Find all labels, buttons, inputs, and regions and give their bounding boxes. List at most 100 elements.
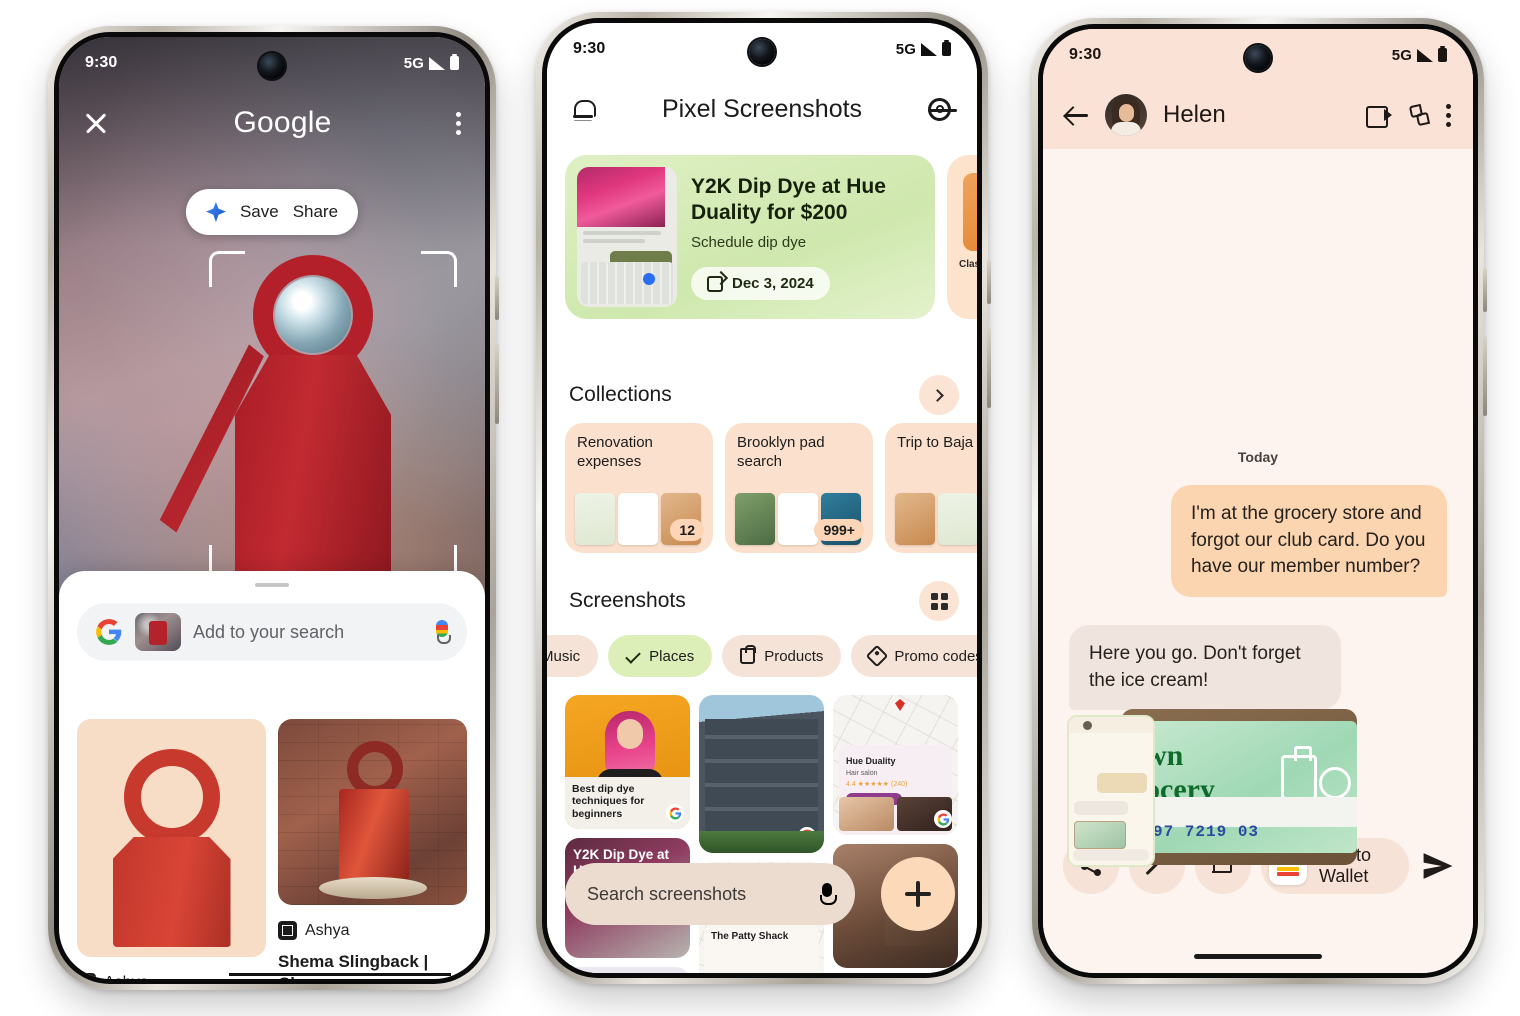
- phone-device-pixel-screenshots: 9:30 5G Pixel Screenshots Y2K Dip Dye at…: [536, 12, 991, 984]
- lens-focus-brackets: [209, 251, 457, 581]
- collection-card[interactable]: Trip to Baja: [885, 423, 977, 553]
- phone1-power-button[interactable]: [495, 276, 499, 320]
- club-card-face: wn ocery CARD 97 7219 03: [1135, 721, 1357, 853]
- status-time: 9:30: [85, 54, 118, 71]
- phone2-power-button[interactable]: [987, 260, 991, 304]
- collections-section-header: Collections: [569, 375, 959, 415]
- mic-icon[interactable]: [435, 620, 451, 644]
- grid-view-icon[interactable]: [919, 581, 959, 621]
- tag-icon: [866, 644, 889, 668]
- gesture-nav-bar[interactable]: [1194, 954, 1322, 959]
- grid-column: The Patty Shack Coding: [699, 695, 824, 973]
- add-screenshot-fab[interactable]: [881, 857, 955, 931]
- phone3-front-camera: [1245, 45, 1271, 71]
- signal-bars-icon: [429, 56, 445, 70]
- place-name: Hue Duality: [846, 756, 896, 766]
- lens-product-results: Ashya Ashya | Shema Slingback Ash: [77, 719, 467, 979]
- more-vert-icon[interactable]: [455, 111, 461, 135]
- hero-card-cowboy-boot[interactable]: Classic Cowb: [947, 155, 977, 319]
- battery-icon: [1438, 45, 1447, 62]
- hero-suggestions-row: Y2K Dip Dye at Hue Duality for $200 Sche…: [547, 155, 977, 319]
- bottle-icon: [1281, 746, 1317, 801]
- filter-chip-promo-codes[interactable]: Promo codes: [851, 635, 977, 677]
- phone-call-icon[interactable]: [1408, 104, 1430, 126]
- hero-card2-caption: Classic Cowb: [959, 259, 977, 270]
- bracket-top-right: [421, 251, 457, 287]
- screenshot-tile[interactable]: Best dip dye techniques for beginners: [565, 695, 690, 829]
- thumbnail-line: [583, 231, 661, 235]
- status-indicators: 5G: [404, 53, 459, 72]
- bracket-top-left: [209, 251, 245, 287]
- collection-count: 12: [670, 519, 704, 541]
- send-icon[interactable]: [1423, 852, 1453, 880]
- filter-chips-row: Music Places Products Promo codes: [547, 635, 977, 677]
- phone-device-messages: 9:30 5G Helen Today I'm at the grocery s…: [1032, 18, 1487, 984]
- network-type-label: 5G: [895, 40, 916, 58]
- google-logo: [95, 618, 123, 646]
- phone2-volume-button[interactable]: [987, 328, 991, 408]
- more-vert-icon[interactable]: [1446, 103, 1451, 127]
- avatar[interactable]: [1105, 94, 1147, 136]
- source-screenshot-preview: [1067, 715, 1155, 867]
- search-input[interactable]: Search screenshots: [587, 884, 810, 905]
- collection-card[interactable]: Renovation expenses 12: [565, 423, 713, 553]
- calendar-add-icon: [707, 275, 723, 292]
- phone2-front-camera: [749, 39, 775, 65]
- hero-card-dip-dye[interactable]: Y2K Dip Dye at Hue Duality for $200 Sche…: [565, 155, 935, 319]
- attachment-grocery-card[interactable]: wn ocery CARD 97 7219 03: [1067, 709, 1357, 869]
- contact-name[interactable]: Helen: [1163, 101, 1350, 129]
- back-arrow-icon[interactable]: [1065, 103, 1089, 127]
- message-bubble-incoming[interactable]: Here you go. Don't forget the ice cream!: [1069, 625, 1341, 711]
- app-title: Pixel Screenshots: [661, 94, 863, 123]
- sheet-drag-handle[interactable]: [255, 583, 289, 587]
- thumbnail-photo: [577, 167, 665, 227]
- thumbnail-keyboard: [581, 262, 673, 304]
- phone3-power-button[interactable]: [1483, 268, 1487, 312]
- filter-chip-products[interactable]: Products: [722, 635, 842, 677]
- boot-image: [963, 173, 977, 251]
- hero-card-title: Y2K Dip Dye at Hue Duality for $200: [691, 174, 886, 224]
- filter-chip-places[interactable]: Places: [608, 635, 713, 677]
- phone-device-google-lens: 9:30 5G Google Save Share Add to your se…: [48, 26, 499, 990]
- phone3-volume-button[interactable]: [1483, 336, 1487, 416]
- hero-thumbnail: [577, 167, 677, 307]
- share-button[interactable]: Share: [293, 202, 338, 222]
- collection-card[interactable]: Brooklyn pad search 999+: [725, 423, 873, 553]
- lens-top-bar: Google: [59, 89, 485, 157]
- search-input[interactable]: Add to your search: [193, 622, 423, 643]
- product-image[interactable]: [77, 719, 266, 957]
- day-divider: Today: [1237, 449, 1279, 465]
- product-image[interactable]: [278, 719, 467, 905]
- apple-icon: [1319, 767, 1351, 799]
- brand-badge-icon: [278, 921, 297, 940]
- search-thumbnail[interactable]: [135, 613, 181, 651]
- status-indicators: 5G: [895, 39, 951, 58]
- add-to-search-field[interactable]: Add to your search: [77, 603, 467, 661]
- collection-name: Renovation expenses: [577, 434, 653, 470]
- filter-chip-music[interactable]: Music: [547, 635, 599, 677]
- search-screenshots-field[interactable]: Search screenshots: [565, 863, 855, 925]
- message-bubble-outgoing[interactable]: I'm at the grocery store and forgot our …: [1171, 485, 1447, 597]
- video-call-icon[interactable]: [1366, 106, 1392, 128]
- bell-icon[interactable]: [573, 98, 596, 121]
- battery-icon: [450, 53, 459, 70]
- lens-save-share-pill[interactable]: Save Share: [185, 189, 359, 235]
- mic-icon[interactable]: [820, 883, 837, 905]
- chevron-right-icon[interactable]: [919, 375, 959, 415]
- save-button[interactable]: Save: [240, 202, 279, 222]
- place-category: Hair salon: [846, 770, 878, 777]
- screenshots-grid: Best dip dye techniques for beginners Y2…: [565, 695, 977, 973]
- screenshot-tile[interactable]: [565, 967, 690, 973]
- hero-chip-label: Dec 3, 2024: [732, 275, 814, 293]
- collection-previews: [895, 493, 977, 545]
- phone1-volume-button[interactable]: [495, 344, 499, 424]
- gear-icon[interactable]: [928, 97, 951, 121]
- result-brand-row: Ashya: [278, 921, 467, 940]
- screenshot-tile[interactable]: [699, 695, 824, 853]
- collection-name: Trip to Baja: [897, 434, 974, 451]
- hero-card-date-chip[interactable]: Dec 3, 2024: [691, 267, 830, 301]
- close-icon[interactable]: [83, 110, 109, 136]
- screenshot-tile[interactable]: Hue Duality Hair salon 4.4 ★★★★★ (240): [833, 695, 958, 835]
- check-icon: [625, 648, 641, 664]
- status-time: 9:30: [573, 40, 606, 57]
